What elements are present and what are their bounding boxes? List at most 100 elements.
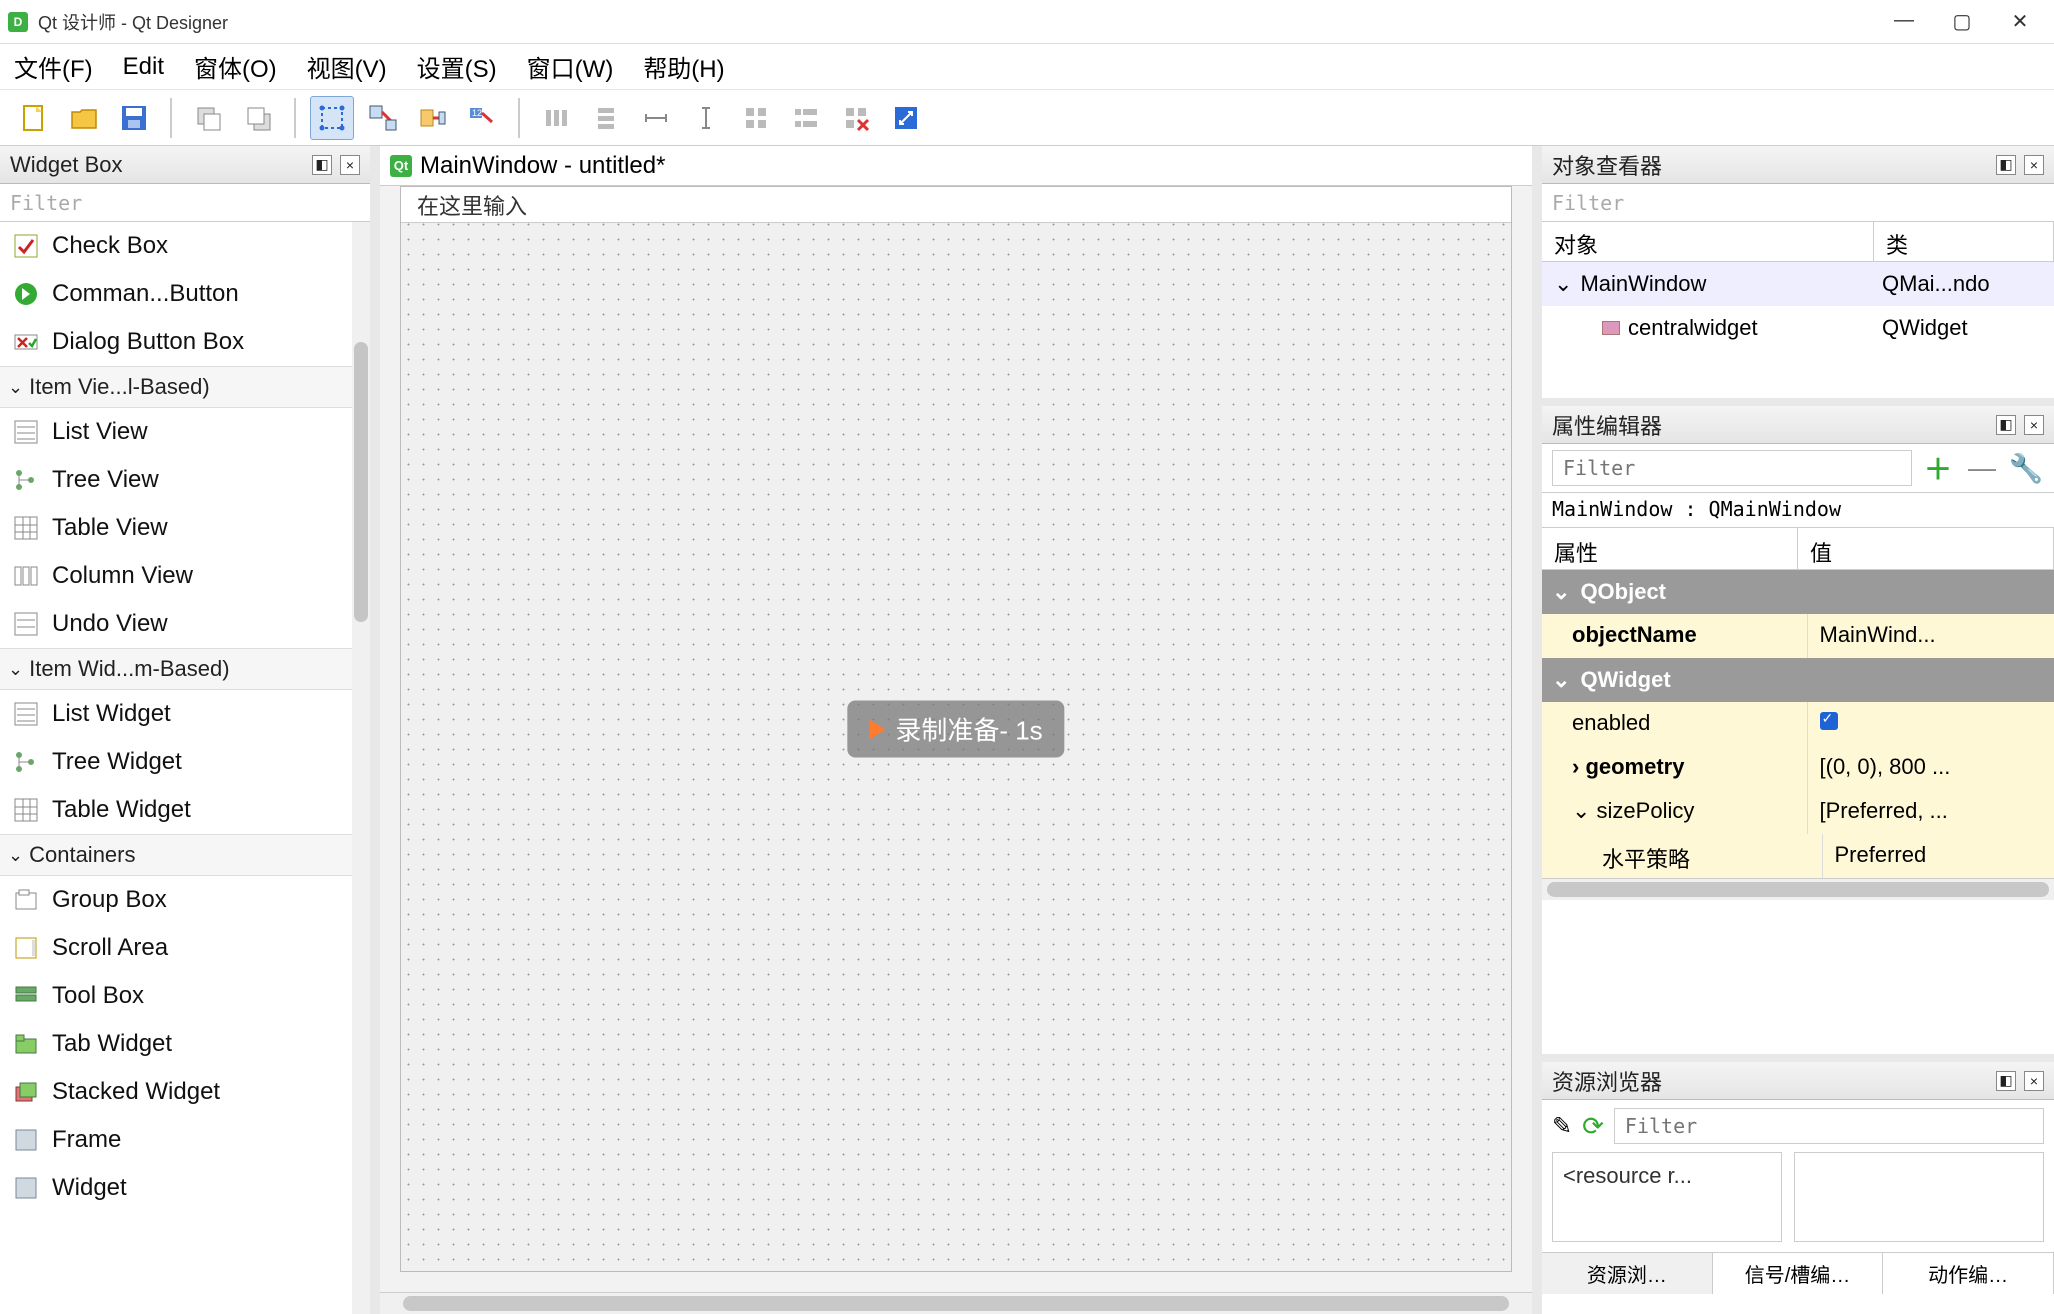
widget-item[interactable]: Dialog Button Box [0, 318, 370, 366]
add-property-button[interactable]: ＋ [1920, 450, 1956, 486]
prop-col-value[interactable]: 值 [1798, 528, 2054, 570]
bring-front-button[interactable] [236, 96, 280, 140]
remove-property-button[interactable]: — [1964, 450, 2000, 486]
tab-action-editor[interactable]: 动作编… [1883, 1253, 2054, 1294]
property-row[interactable]: enabled [1542, 702, 2054, 746]
layout-v-splitter-button[interactable] [684, 96, 728, 140]
property-filter[interactable] [1552, 450, 1912, 486]
property-value[interactable]: MainWind... [1807, 614, 2054, 658]
edit-tab-order-button[interactable]: 123 [460, 96, 504, 140]
menu-form[interactable]: 窗体(O) [194, 49, 277, 84]
close-icon[interactable]: × [340, 155, 360, 175]
send-back-button[interactable] [186, 96, 230, 140]
edit-widgets-button[interactable] [310, 96, 354, 140]
save-file-button[interactable] [112, 96, 156, 140]
tree-icon [12, 466, 40, 494]
menu-window[interactable]: 窗口(W) [527, 49, 614, 84]
property-h-scrollbar[interactable] [1542, 878, 2054, 900]
widget-item[interactable]: Tree View [0, 456, 370, 504]
widget-item[interactable]: List Widget [0, 690, 370, 738]
widget-item[interactable]: Column View [0, 552, 370, 600]
widget-item[interactable]: Tool Box [0, 972, 370, 1020]
menu-file[interactable]: 文件(F) [14, 49, 93, 84]
widget-item[interactable]: List View [0, 408, 370, 456]
layout-vertical-button[interactable] [584, 96, 628, 140]
property-row[interactable]: › geometry[(0, 0), 800 ... [1542, 746, 2054, 790]
object-inspector-filter[interactable] [1542, 184, 2054, 222]
widget-item[interactable]: Comman...Button [0, 270, 370, 318]
property-value[interactable]: Preferred [1822, 834, 2054, 878]
object-tree-row[interactable]: ⌄MainWindowQMai...ndo [1542, 262, 2054, 306]
close-icon[interactable]: × [2024, 155, 2044, 175]
reload-resource-button[interactable]: ⟳ [1582, 1111, 1604, 1142]
menu-view[interactable]: 视图(V) [307, 49, 387, 84]
widget-category[interactable]: ⌄Containers [0, 834, 370, 876]
tab-resource-browser[interactable]: 资源浏… [1542, 1253, 1713, 1294]
new-file-button[interactable] [12, 96, 56, 140]
widget-item[interactable]: Table View [0, 504, 370, 552]
property-row[interactable]: 水平策略Preferred [1542, 834, 2054, 878]
undock-icon[interactable]: ◧ [312, 155, 332, 175]
undock-icon[interactable]: ◧ [1996, 1071, 2016, 1091]
oi-col-object[interactable]: 对象 [1542, 222, 1874, 261]
widget-item[interactable]: Table Widget [0, 786, 370, 834]
menu-settings[interactable]: 设置(S) [417, 49, 497, 84]
widget-item[interactable]: Undo View [0, 600, 370, 648]
edit-buddies-button[interactable] [410, 96, 454, 140]
property-group[interactable]: ⌄QWidget [1542, 658, 2054, 702]
widget-category[interactable]: ⌄Item Wid...m-Based) [0, 648, 370, 690]
widget-item[interactable]: Group Box [0, 876, 370, 924]
layout-h-splitter-button[interactable] [634, 96, 678, 140]
property-rows[interactable]: ⌄QObjectobjectNameMainWind...⌄QWidgetena… [1542, 570, 2054, 878]
configure-icon[interactable]: 🔧 [2008, 450, 2044, 486]
canvas-h-scrollbar[interactable] [380, 1292, 1532, 1314]
close-icon[interactable]: × [2024, 415, 2044, 435]
menu-help[interactable]: 帮助(H) [643, 49, 724, 84]
tab-signal-slot-editor[interactable]: 信号/槽编… [1713, 1253, 1884, 1294]
expand-icon[interactable]: ⌄ [1554, 271, 1572, 297]
property-row[interactable]: objectNameMainWind... [1542, 614, 2054, 658]
widget-item[interactable]: Tree Widget [0, 738, 370, 786]
undock-icon[interactable]: ◧ [1996, 415, 2016, 435]
property-value[interactable]: [(0, 0), 800 ... [1807, 746, 2054, 790]
form-menubar-placeholder[interactable]: 在这里输入 [401, 187, 1511, 223]
break-layout-button[interactable] [834, 96, 878, 140]
property-value[interactable]: [Preferred, ... [1807, 790, 2054, 834]
menu-edit[interactable]: Edit [123, 53, 164, 81]
object-tree-row[interactable]: centralwidgetQWidget [1542, 306, 2054, 350]
widget-item[interactable]: Widget [0, 1164, 370, 1212]
property-row[interactable]: ⌄ sizePolicy[Preferred, ... [1542, 790, 2054, 834]
checkbox-checked-icon[interactable] [1820, 712, 1838, 730]
widget-item[interactable]: Frame [0, 1116, 370, 1164]
widget-list[interactable]: Check BoxComman...ButtonDialog Button Bo… [0, 222, 370, 1314]
property-value[interactable] [1807, 702, 2054, 746]
layout-horizontal-button[interactable] [534, 96, 578, 140]
property-name: › geometry [1542, 746, 1807, 790]
widget-item[interactable]: Scroll Area [0, 924, 370, 972]
form-design-area[interactable]: 在这里输入 录制准备- 1s [400, 186, 1512, 1272]
minimize-button[interactable]: — [1892, 9, 1916, 34]
property-group[interactable]: ⌄QObject [1542, 570, 2054, 614]
adjust-size-button[interactable] [884, 96, 928, 140]
edit-signals-button[interactable] [360, 96, 404, 140]
widget-box-scrollbar[interactable] [352, 222, 370, 1314]
layout-form-button[interactable] [784, 96, 828, 140]
layout-grid-button[interactable] [734, 96, 778, 140]
form-window-title[interactable]: Qt MainWindow - untitled* [380, 146, 1532, 186]
resource-filter[interactable] [1614, 1108, 2044, 1144]
widget-box-filter[interactable] [0, 184, 370, 222]
close-icon[interactable]: × [2024, 1071, 2044, 1091]
oi-col-class[interactable]: 类 [1874, 222, 2054, 261]
object-tree[interactable]: ⌄MainWindowQMai...ndocentralwidgetQWidge… [1542, 262, 2054, 398]
open-file-button[interactable] [62, 96, 106, 140]
prop-col-name[interactable]: 属性 [1542, 528, 1798, 570]
widget-category[interactable]: ⌄Item Vie...l-Based) [0, 366, 370, 408]
widget-item[interactable]: Tab Widget [0, 1020, 370, 1068]
widget-item[interactable]: Check Box [0, 222, 370, 270]
maximize-button[interactable]: ▢ [1950, 9, 1974, 34]
edit-resource-button[interactable]: ✎ [1552, 1112, 1572, 1141]
undock-icon[interactable]: ◧ [1996, 155, 2016, 175]
close-button[interactable]: ✕ [2008, 9, 2032, 34]
widget-item[interactable]: Stacked Widget [0, 1068, 370, 1116]
resource-tree[interactable]: <resource r... [1552, 1152, 1782, 1242]
